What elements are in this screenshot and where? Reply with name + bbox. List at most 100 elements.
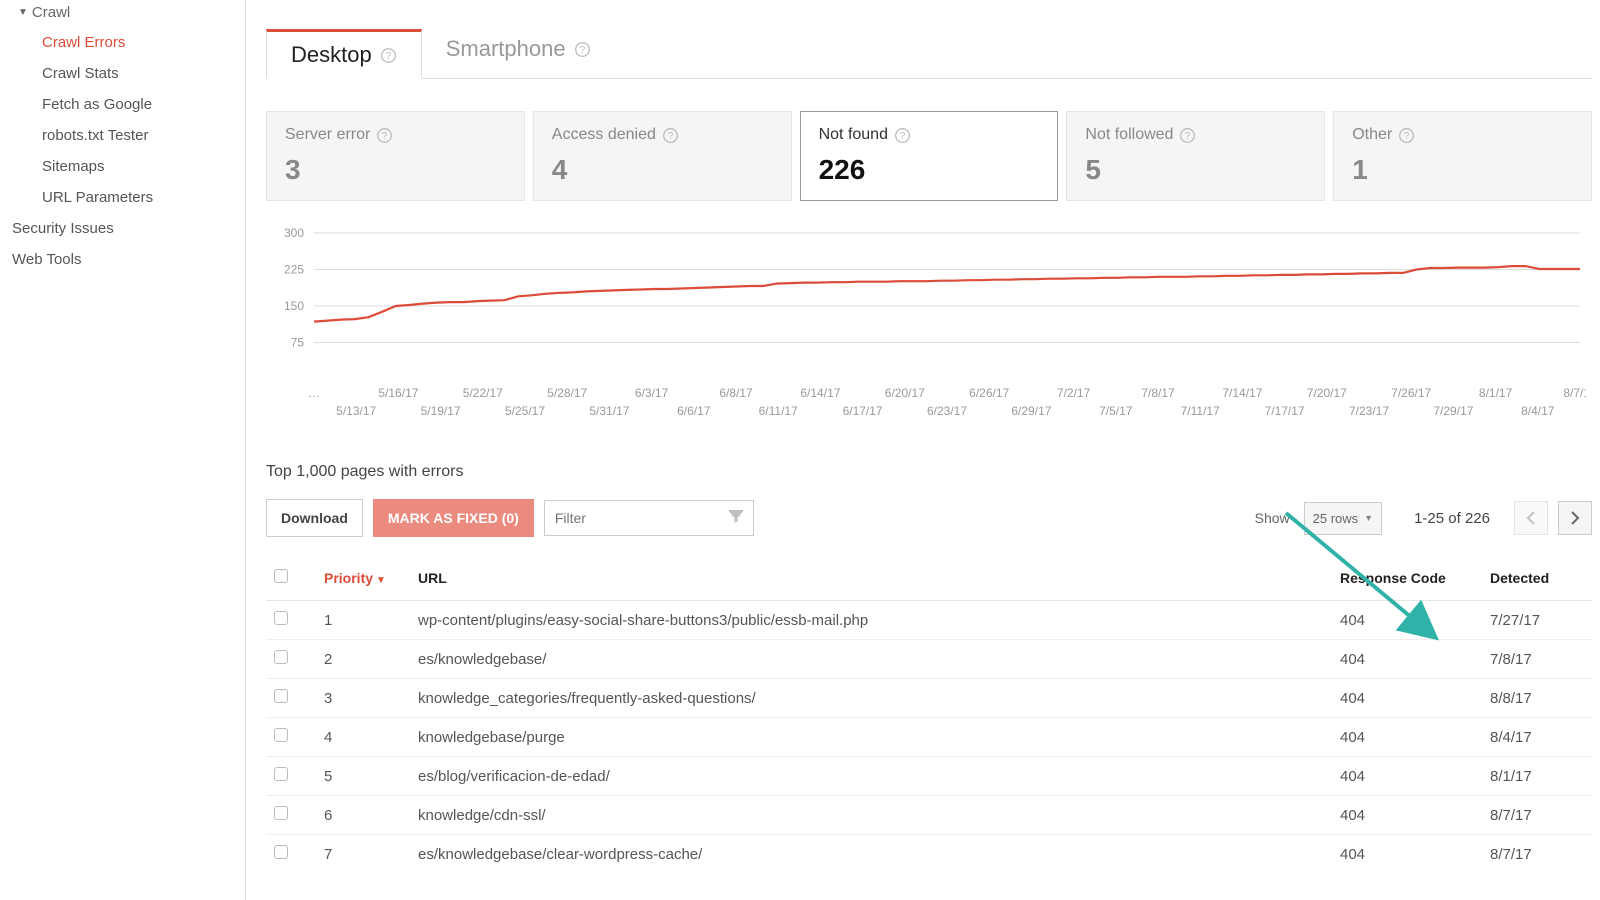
filter-input-wrapper[interactable] bbox=[544, 500, 754, 536]
download-button[interactable]: Download bbox=[266, 499, 363, 537]
svg-text:7/5/17: 7/5/17 bbox=[1099, 404, 1133, 418]
svg-text:5/22/17: 5/22/17 bbox=[463, 386, 503, 400]
col-detected[interactable]: Detected bbox=[1482, 555, 1592, 601]
prev-page-button[interactable] bbox=[1514, 501, 1548, 535]
rows-per-page-select[interactable]: 25 rows ▼ bbox=[1304, 502, 1382, 535]
svg-text:5/13/17: 5/13/17 bbox=[336, 404, 376, 418]
nav-item-url-parameters[interactable]: URL Parameters bbox=[18, 182, 245, 213]
mark-fixed-button[interactable]: MARK AS FIXED (0) bbox=[373, 499, 534, 537]
cell-url: es/knowledgebase/clear-wordpress-cache/ bbox=[410, 835, 1332, 874]
nav-top-security-issues[interactable]: Security Issues bbox=[0, 213, 245, 244]
svg-text:7/23/17: 7/23/17 bbox=[1349, 404, 1389, 418]
filter-icon bbox=[727, 507, 745, 530]
cell-response-code: 404 bbox=[1332, 601, 1482, 640]
svg-text:6/29/17: 6/29/17 bbox=[1011, 404, 1051, 418]
nav-top-web-tools[interactable]: Web Tools bbox=[0, 244, 245, 275]
cell-detected: 8/4/17 bbox=[1482, 718, 1592, 757]
svg-text:6/20/17: 6/20/17 bbox=[885, 386, 925, 400]
cell-priority: 5 bbox=[316, 757, 410, 796]
row-checkbox[interactable] bbox=[274, 728, 288, 742]
svg-text:6/11/17: 6/11/17 bbox=[759, 404, 798, 418]
svg-text:7/11/17: 7/11/17 bbox=[1181, 404, 1220, 418]
tab-smartphone[interactable]: Smartphone? bbox=[422, 29, 615, 79]
svg-text:8/7/17: 8/7/17 bbox=[1563, 386, 1586, 400]
svg-text:?: ? bbox=[1185, 130, 1191, 141]
svg-text:5/19/17: 5/19/17 bbox=[421, 404, 461, 418]
nav-item-crawl-stats[interactable]: Crawl Stats bbox=[18, 58, 245, 89]
table-row[interactable]: 3knowledge_categories/frequently-asked-q… bbox=[266, 679, 1592, 718]
cell-detected: 8/7/17 bbox=[1482, 835, 1592, 874]
row-checkbox[interactable] bbox=[274, 689, 288, 703]
tab-desktop[interactable]: Desktop? bbox=[266, 29, 422, 79]
chart-area: 75150225300…5/16/175/22/175/28/176/3/176… bbox=[266, 227, 1592, 427]
row-checkbox[interactable] bbox=[274, 611, 288, 625]
svg-text:6/23/17: 6/23/17 bbox=[927, 404, 967, 418]
svg-text:6/8/17: 6/8/17 bbox=[719, 386, 753, 400]
card-label: Other bbox=[1352, 126, 1392, 144]
show-label: Show bbox=[1255, 510, 1290, 526]
col-priority[interactable]: Priority▼ bbox=[316, 555, 410, 601]
tab-label: Smartphone bbox=[446, 36, 566, 62]
col-response-code[interactable]: Response Code bbox=[1332, 555, 1482, 601]
svg-text:225: 225 bbox=[284, 263, 304, 277]
svg-text:8/1/17: 8/1/17 bbox=[1479, 386, 1513, 400]
cell-response-code: 404 bbox=[1332, 796, 1482, 835]
cell-response-code: 404 bbox=[1332, 757, 1482, 796]
rows-select-label: 25 rows bbox=[1313, 511, 1359, 526]
nav-section-crawl[interactable]: ▼ Crawl bbox=[18, 2, 245, 27]
table-row[interactable]: 6knowledge/cdn-ssl/4048/7/17 bbox=[266, 796, 1592, 835]
cell-url: knowledgebase/purge bbox=[410, 718, 1332, 757]
cell-priority: 4 bbox=[316, 718, 410, 757]
svg-text:7/2/17: 7/2/17 bbox=[1057, 386, 1091, 400]
row-checkbox[interactable] bbox=[274, 767, 288, 781]
svg-text:5/16/17: 5/16/17 bbox=[378, 386, 418, 400]
table-row[interactable]: 4knowledgebase/purge4048/4/17 bbox=[266, 718, 1592, 757]
row-checkbox[interactable] bbox=[274, 806, 288, 820]
svg-text:?: ? bbox=[668, 130, 674, 141]
nav-item-crawl-errors[interactable]: Crawl Errors bbox=[18, 27, 245, 58]
help-icon: ? bbox=[1179, 127, 1196, 144]
svg-text:?: ? bbox=[382, 130, 388, 141]
next-page-button[interactable] bbox=[1558, 501, 1592, 535]
svg-text:5/28/17: 5/28/17 bbox=[547, 386, 587, 400]
card-access-denied[interactable]: Access denied?4 bbox=[533, 111, 792, 201]
svg-text:6/14/17: 6/14/17 bbox=[800, 386, 840, 400]
svg-text:75: 75 bbox=[291, 336, 305, 350]
nav-item-robots-txt-tester[interactable]: robots.txt Tester bbox=[18, 120, 245, 151]
card-not-found[interactable]: Not found?226 bbox=[800, 111, 1059, 201]
device-tabs: Desktop?Smartphone? bbox=[266, 28, 1592, 79]
errors-table: Priority▼ URL Response Code Detected 1wp… bbox=[266, 555, 1592, 873]
select-all-checkbox[interactable] bbox=[274, 569, 288, 583]
svg-text:6/26/17: 6/26/17 bbox=[969, 386, 1009, 400]
cell-url: es/knowledgebase/ bbox=[410, 640, 1332, 679]
card-label: Not found bbox=[819, 126, 888, 144]
table-row[interactable]: 5es/blog/verificacion-de-edad/4048/1/17 bbox=[266, 757, 1592, 796]
svg-text:7/29/17: 7/29/17 bbox=[1433, 404, 1473, 418]
card-other[interactable]: Other?1 bbox=[1333, 111, 1592, 201]
card-server-error[interactable]: Server error?3 bbox=[266, 111, 525, 201]
cell-url: es/blog/verificacion-de-edad/ bbox=[410, 757, 1332, 796]
row-checkbox[interactable] bbox=[274, 845, 288, 859]
svg-text:6/6/17: 6/6/17 bbox=[677, 404, 711, 418]
card-label: Server error bbox=[285, 126, 370, 144]
svg-text:?: ? bbox=[900, 130, 906, 141]
svg-text:8/4/17: 8/4/17 bbox=[1521, 404, 1555, 418]
nav-item-sitemaps[interactable]: Sitemaps bbox=[18, 151, 245, 182]
filter-input[interactable] bbox=[545, 510, 753, 526]
tab-label: Desktop bbox=[291, 42, 372, 68]
nav-item-fetch-as-google[interactable]: Fetch as Google bbox=[18, 89, 245, 120]
cell-detected: 7/8/17 bbox=[1482, 640, 1592, 679]
cell-priority: 7 bbox=[316, 835, 410, 874]
pagination-info: 1-25 of 226 bbox=[1414, 510, 1490, 527]
row-checkbox[interactable] bbox=[274, 650, 288, 664]
table-row[interactable]: 1wp-content/plugins/easy-social-share-bu… bbox=[266, 601, 1592, 640]
table-row[interactable]: 7es/knowledgebase/clear-wordpress-cache/… bbox=[266, 835, 1592, 874]
help-icon: ? bbox=[662, 127, 679, 144]
col-url[interactable]: URL bbox=[410, 555, 1332, 601]
card-not-followed[interactable]: Not followed?5 bbox=[1066, 111, 1325, 201]
svg-text:7/8/17: 7/8/17 bbox=[1141, 386, 1175, 400]
caret-down-icon: ▼ bbox=[18, 7, 28, 18]
cell-response-code: 404 bbox=[1332, 679, 1482, 718]
table-row[interactable]: 2es/knowledgebase/4047/8/17 bbox=[266, 640, 1592, 679]
cell-priority: 1 bbox=[316, 601, 410, 640]
